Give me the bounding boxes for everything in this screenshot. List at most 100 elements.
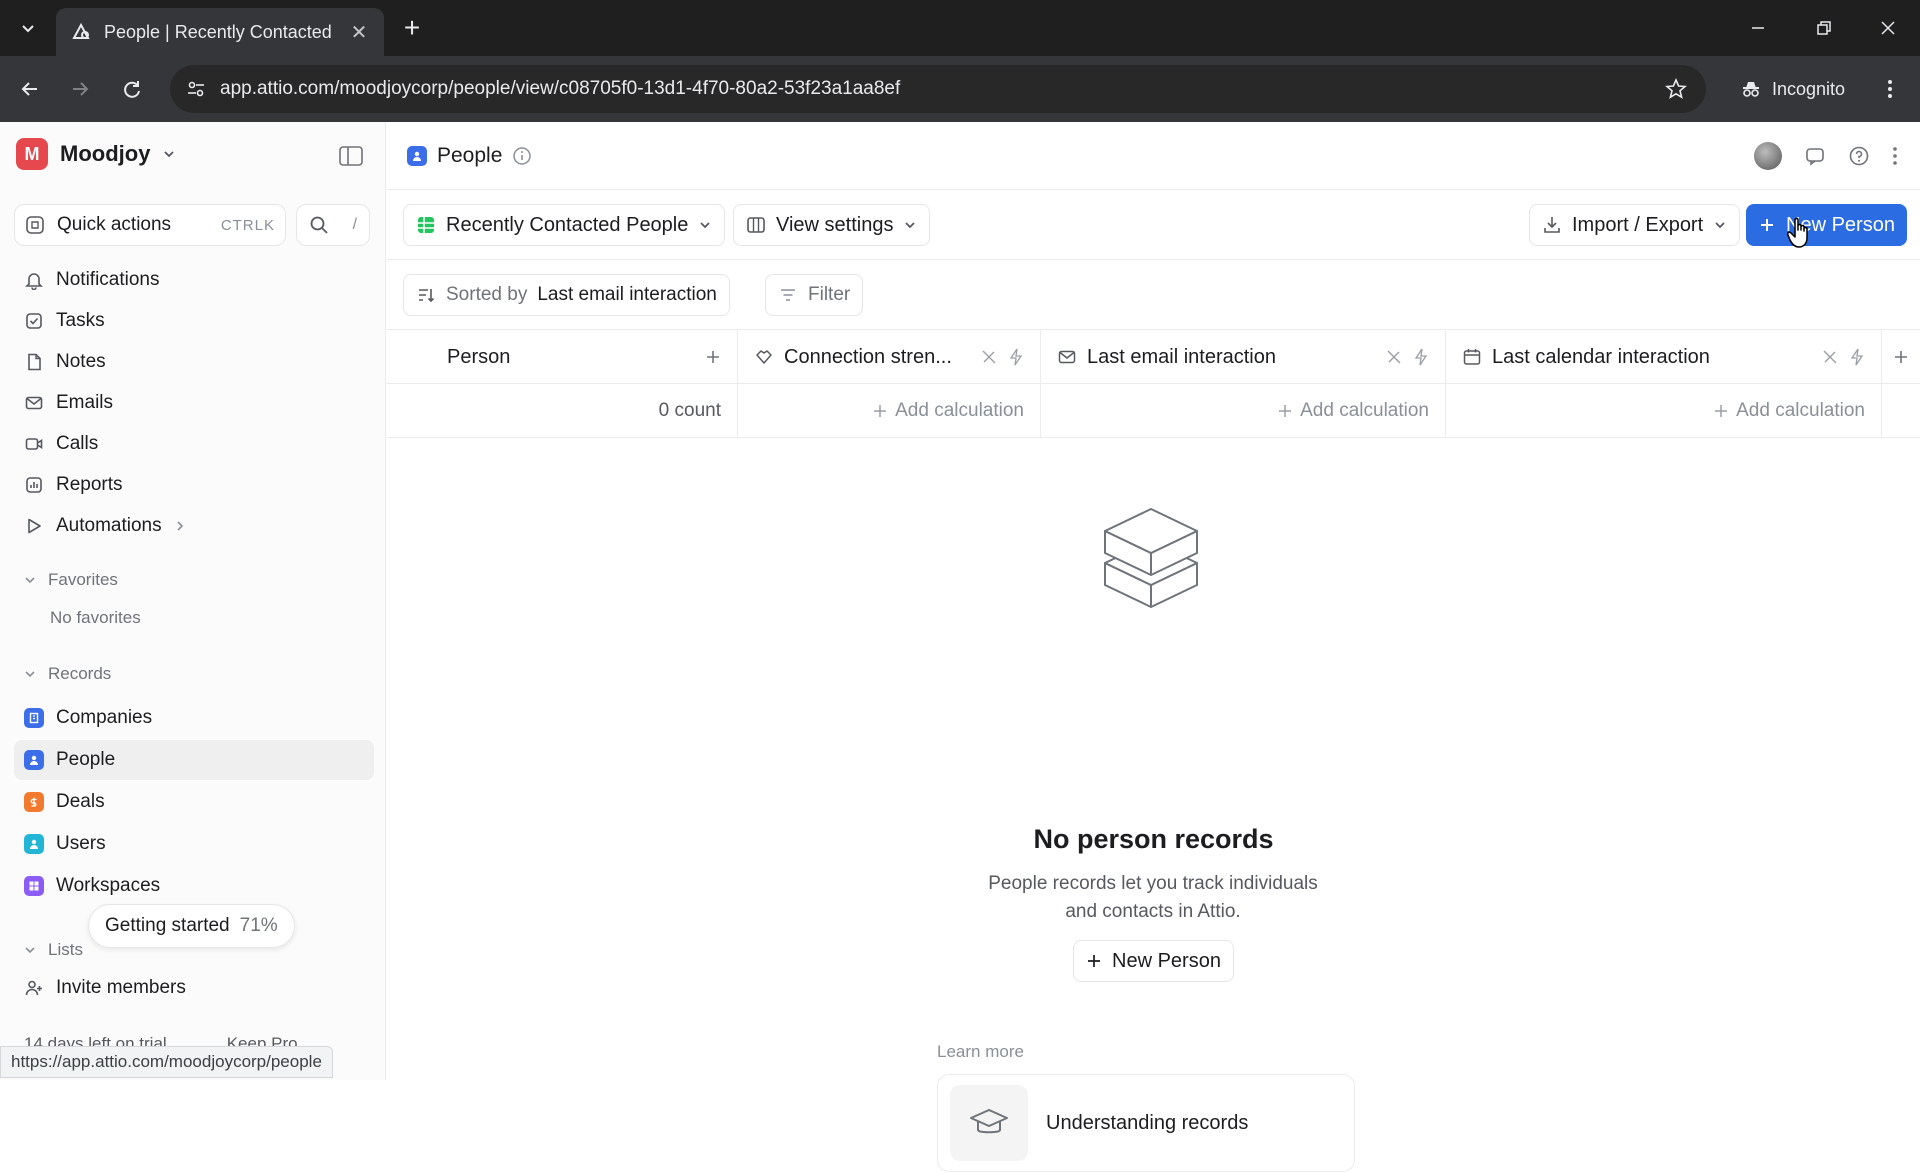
sidebar-item-notifications[interactable]: Notifications	[14, 260, 374, 300]
sidebar-item-companies[interactable]: Companies	[14, 698, 374, 738]
sidebar-item-users[interactable]: Users	[14, 824, 374, 864]
close-icon	[1881, 21, 1895, 35]
lightning-icon[interactable]	[1849, 348, 1865, 366]
add-calculation-calendar[interactable]: Add calculation	[1446, 384, 1882, 438]
sort-chip[interactable]: Sorted by Last email interaction	[403, 274, 730, 316]
add-calculation-connection[interactable]: Add calculation	[738, 384, 1041, 438]
help-icon[interactable]	[1848, 145, 1870, 167]
sidebar-item-notes[interactable]: Notes	[14, 342, 374, 382]
lightning-icon[interactable]	[1413, 348, 1429, 366]
getting-started-pill[interactable]: Getting started 71%	[88, 904, 295, 948]
forward-button[interactable]	[62, 71, 98, 107]
import-export-button[interactable]: Import / Export	[1529, 204, 1741, 246]
add-calculation-email[interactable]: Add calculation	[1041, 384, 1446, 438]
records-section-header[interactable]: Records	[24, 664, 111, 684]
filter-label: Filter	[808, 284, 851, 305]
chevron-down-icon	[164, 151, 175, 158]
graduation-cap-icon	[970, 1109, 1008, 1134]
add-calculation-label: Add calculation	[1300, 400, 1429, 421]
sidebar-item-workspaces[interactable]: Workspaces	[14, 866, 374, 906]
sidebar-item-deals[interactable]: Deals	[14, 782, 374, 822]
favorites-section-header[interactable]: Favorites	[24, 570, 118, 590]
empty-state-line-1: People records let you track individuals	[988, 873, 1318, 894]
tab-title: People | Recently Contacted Pe	[104, 21, 336, 42]
column-header-person[interactable]: Person	[387, 330, 738, 384]
invite-members-button[interactable]: Invite members	[14, 968, 374, 1008]
user-avatar[interactable]	[1754, 142, 1782, 170]
sidebar-item-automations[interactable]: Automations	[14, 506, 374, 546]
incognito-label: Incognito	[1772, 78, 1846, 99]
sort-field: Last email interaction	[537, 284, 717, 305]
info-icon[interactable]	[512, 146, 532, 166]
empty-records-illustration	[1001, 478, 1301, 658]
sidebar-item-reports[interactable]: Reports	[14, 465, 374, 505]
tab-search-button[interactable]	[12, 12, 44, 44]
page-header: People	[387, 122, 1920, 190]
quick-actions-button[interactable]: Quick actions CTRLK	[14, 204, 286, 246]
sidebar-toggle-icon	[339, 146, 363, 166]
empty-new-person-label: New Person	[1112, 949, 1221, 972]
browser-menu-button[interactable]	[1872, 71, 1908, 107]
empty-new-person-button[interactable]: New Person	[1073, 940, 1234, 982]
sidebar-item-emails[interactable]: Emails	[14, 383, 374, 423]
browser-tab[interactable]: People | Recently Contacted Pe ✕	[56, 8, 384, 56]
column-header-last-email-interaction[interactable]: Last email interaction	[1041, 330, 1446, 384]
learn-more-label: Learn more	[937, 1042, 1024, 1061]
check-square-icon	[26, 313, 42, 329]
column-header-connection-strength[interactable]: Connection stren...	[738, 330, 1041, 384]
filter-button[interactable]: Filter	[765, 274, 864, 316]
sidebar-item-calls[interactable]: Calls	[14, 424, 374, 464]
address-bar[interactable]: app.attio.com/moodjoycorp/people/view/c0…	[170, 65, 1706, 113]
chevron-down-icon	[1715, 222, 1725, 229]
lightning-icon[interactable]	[1008, 348, 1024, 366]
empty-state-line-2: and contacts in Attio.	[1065, 901, 1241, 922]
column-label: Person	[447, 345, 511, 368]
sidebar-item-label: People	[56, 749, 116, 770]
sidebar-item-label: Deals	[56, 791, 105, 812]
table-view-icon	[418, 217, 434, 233]
view-selector[interactable]: Recently Contacted People	[403, 204, 726, 246]
minimize-button[interactable]	[1736, 10, 1780, 46]
close-window-button[interactable]	[1866, 10, 1910, 46]
new-tab-button[interactable]: +	[396, 12, 428, 44]
chevron-down-icon	[25, 947, 35, 954]
no-favorites-text: No favorites	[50, 608, 141, 627]
minimize-icon	[1752, 27, 1764, 29]
lists-section-header[interactable]: Lists	[24, 940, 83, 960]
search-button[interactable]: /	[296, 204, 370, 246]
sidebar-item-people[interactable]: People	[14, 740, 374, 780]
restore-button[interactable]	[1802, 10, 1846, 46]
understanding-records-card[interactable]: Understanding records	[937, 1074, 1355, 1172]
view-settings-button[interactable]: View settings	[733, 204, 931, 246]
no-sort-icon[interactable]	[1385, 348, 1403, 366]
sidebar-item-tasks[interactable]: Tasks	[14, 301, 374, 341]
sidebar-item-label: Emails	[56, 392, 114, 413]
chevron-right-icon	[177, 521, 183, 531]
back-button[interactable]	[12, 71, 48, 107]
new-person-button[interactable]: New Person	[1746, 204, 1907, 246]
no-sort-icon[interactable]	[980, 348, 998, 366]
person-count[interactable]: 0 count	[387, 384, 738, 438]
empty-state-description: People records let you track individuals…	[953, 870, 1353, 926]
collapse-sidebar-button[interactable]	[338, 144, 366, 170]
favorites-title: Favorites	[48, 570, 118, 589]
no-sort-icon[interactable]	[1821, 348, 1839, 366]
mouse-cursor-icon	[1787, 217, 1808, 248]
plus-icon[interactable]	[705, 349, 721, 365]
site-settings-icon[interactable]	[186, 79, 206, 99]
plus-icon	[1088, 955, 1100, 967]
column-header-last-calendar-interaction[interactable]: Last calendar interaction	[1446, 330, 1882, 384]
sidebar: M Moodjoy Quick actions CTRLK / Notifica…	[0, 122, 386, 1080]
add-column-button[interactable]	[1882, 330, 1920, 384]
column-label: Connection stren...	[784, 345, 952, 368]
tab-close-icon[interactable]: ✕	[348, 20, 370, 45]
sidebar-item-label: Users	[56, 833, 106, 854]
reload-button[interactable]	[114, 71, 150, 107]
more-vertical-icon[interactable]	[1892, 146, 1898, 166]
workspace-switcher[interactable]: M Moodjoy	[16, 138, 176, 170]
incognito-indicator[interactable]: Incognito	[1724, 65, 1861, 113]
plus-icon	[1761, 219, 1773, 231]
bookmark-star-icon[interactable]	[1664, 77, 1688, 101]
sidebar-item-label: Automations	[56, 515, 162, 536]
chat-icon[interactable]	[1804, 145, 1826, 167]
